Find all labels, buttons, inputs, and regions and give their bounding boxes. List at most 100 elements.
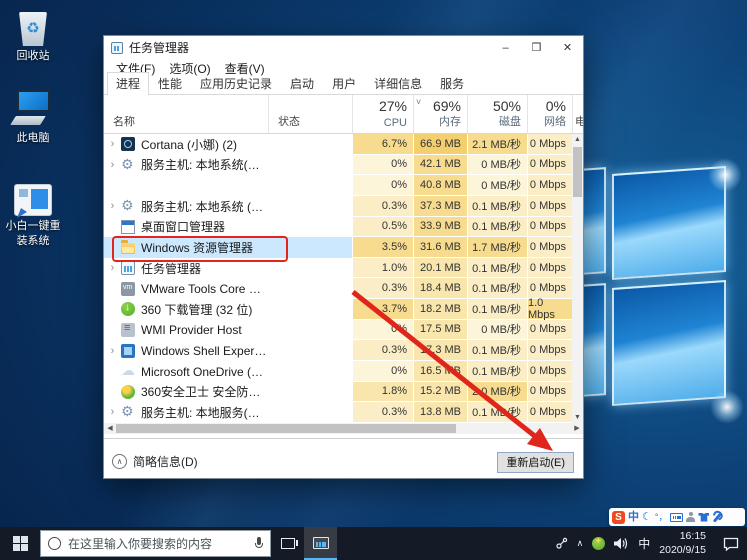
action-center-icon[interactable] <box>723 537 739 551</box>
360-tray-icon[interactable] <box>592 537 605 550</box>
tab-details[interactable]: 详细信息 <box>365 72 431 94</box>
hidden-icons-chevron[interactable]: ∧ <box>577 538 584 549</box>
process-status-cell <box>268 217 352 238</box>
desktop-icon-xiaobai[interactable]: 小白一键重装系统 <box>2 176 64 249</box>
process-cpu-cell: 1.8% <box>352 382 413 403</box>
process-icon-dwm <box>121 220 135 234</box>
process-row[interactable]: Windows 资源管理器3.5%31.6 MB1.7 MB/秒0 Mbps <box>104 237 583 258</box>
process-cpu-cell: 0.5% <box>352 217 413 238</box>
search-input[interactable]: 在这里输入你要搜索的内容 <box>40 530 271 557</box>
process-row[interactable]: WMI Provider Host0%17.5 MB0 MB/秒0 Mbps <box>104 320 583 341</box>
process-disk-cell: 0.1 MB/秒 <box>467 299 527 320</box>
horizontal-scrollbar[interactable]: ◀ ▶ <box>104 423 583 434</box>
process-row[interactable]: 桌面窗口管理器0.5%33.9 MB0.1 MB/秒0 Mbps <box>104 217 583 238</box>
process-row[interactable]: ›服务主机: 本地系统(网络受限) (7)0%42.1 MB0 MB/秒0 Mb… <box>104 155 583 176</box>
scroll-right-icon[interactable]: ▶ <box>571 423 583 434</box>
volume-icon[interactable] <box>614 537 629 550</box>
process-row[interactable]: ›Windows Shell Experience 主...0.3%17.3 M… <box>104 340 583 361</box>
task-view-button[interactable] <box>271 527 304 560</box>
toolbox-icon[interactable] <box>712 512 722 522</box>
column-header-disk[interactable]: 50% 磁盘 <box>467 95 527 133</box>
minimize-button[interactable]: – <box>490 36 521 59</box>
process-mem-cell: 13.8 MB <box>413 402 467 423</box>
process-row[interactable]: ›服务主机: 本地系统 (18)0.3%37.3 MB0.1 MB/秒0 Mbp… <box>104 196 583 217</box>
process-row[interactable]: 0%40.8 MB0 MB/秒0 Mbps <box>104 175 583 196</box>
scroll-up-icon[interactable]: ▲ <box>572 134 583 145</box>
process-net-cell: 0 Mbps <box>527 196 572 217</box>
logo-pane <box>612 280 726 406</box>
column-header-name[interactable]: 名称 <box>104 95 268 133</box>
expand-chevron-icon[interactable]: › <box>104 345 121 357</box>
expand-chevron-icon[interactable]: › <box>104 262 121 274</box>
process-name-cell: 360 下载管理 (32 位) <box>104 299 268 320</box>
tab-app-history[interactable]: 应用历史记录 <box>191 72 281 94</box>
process-status-cell <box>268 258 352 279</box>
process-mem-cell: 16.5 MB <box>413 361 467 382</box>
process-name: VMware Tools Core Service <box>141 282 268 296</box>
process-name-cell: ›服务主机: 本地系统(网络受限) (7) <box>104 155 268 176</box>
tab-performance[interactable]: 性能 <box>149 72 191 94</box>
taskbar-item-task-manager[interactable] <box>304 527 337 560</box>
microphone-icon[interactable] <box>255 537 263 551</box>
tab-strip: 进程 性能 应用历史记录 启动 用户 详细信息 服务 <box>104 77 583 95</box>
skin-icon[interactable] <box>698 513 709 522</box>
scroll-left-icon[interactable]: ◀ <box>104 423 116 434</box>
this-pc-icon <box>13 90 53 128</box>
soft-keyboard-icon[interactable] <box>670 513 683 522</box>
process-net-cell: 0 Mbps <box>527 258 572 279</box>
process-status-cell <box>268 402 352 423</box>
start-button[interactable] <box>0 527 40 560</box>
sogou-logo-icon[interactable]: S <box>612 511 625 524</box>
process-status-cell <box>268 196 352 217</box>
desktop-icon-recycle-bin[interactable]: 回收站 <box>2 6 64 64</box>
process-mem-cell: 40.8 MB <box>413 175 467 196</box>
title-bar[interactable]: 任务管理器 – ❒ ✕ <box>104 36 583 59</box>
process-net-cell: 0 Mbps <box>527 382 572 403</box>
process-status-cell <box>268 340 352 361</box>
tab-processes[interactable]: 进程 <box>107 72 149 95</box>
process-row[interactable]: ›服务主机: 本地服务(网络受限) (5)0.3%13.8 MB0.1 MB/秒… <box>104 402 583 423</box>
expand-chevron-icon[interactable]: › <box>104 406 121 418</box>
restart-button[interactable]: 重新启动(E) <box>497 452 574 473</box>
expand-chevron-icon[interactable]: › <box>104 159 121 171</box>
close-button[interactable]: ✕ <box>552 36 583 59</box>
search-placeholder: 在这里输入你要搜索的内容 <box>68 535 248 552</box>
process-mem-cell: 20.1 MB <box>413 258 467 279</box>
process-net-cell: 0 Mbps <box>527 217 572 238</box>
fewer-details-toggle[interactable]: 简略信息(D) <box>133 453 198 470</box>
punctuation-icon[interactable]: °， <box>655 513 668 522</box>
process-row[interactable]: VMware Tools Core Service0.3%18.4 MB0.1 … <box>104 278 583 299</box>
desktop-icon-this-pc[interactable]: 此电脑 <box>2 88 64 146</box>
fullwidth-moon-icon[interactable]: ☾ <box>642 512 652 523</box>
window-title: 任务管理器 <box>129 39 189 56</box>
desktop-icon-label: 回收站 <box>2 49 64 64</box>
maximize-button[interactable]: ❒ <box>521 36 552 59</box>
chinese-mode-icon[interactable]: 中 <box>628 512 639 523</box>
tab-services[interactable]: 服务 <box>431 72 473 94</box>
process-row[interactable]: 360 下载管理 (32 位)3.7%18.2 MB0.1 MB/秒1.0 Mb… <box>104 299 583 320</box>
vertical-scrollbar[interactable]: ▲ ▼ <box>572 134 583 423</box>
column-header-cpu[interactable]: 27% CPU <box>352 95 413 133</box>
input-language-indicator[interactable]: 中 <box>638 535 650 552</box>
scrollbar-thumb[interactable] <box>116 424 456 433</box>
column-header-status[interactable]: 状态 <box>268 95 352 133</box>
expand-chevron-icon[interactable]: › <box>104 138 121 150</box>
scroll-down-icon[interactable]: ▼ <box>572 412 583 423</box>
expand-chevron-icon[interactable]: › <box>104 200 121 212</box>
process-row[interactable]: 360安全卫士 安全防护中心模块...1.8%15.2 MB2.0 MB/秒0 … <box>104 382 583 403</box>
column-header-memory[interactable]: ˅ 69% 内存 <box>413 95 467 133</box>
process-row[interactable]: ›任务管理器1.0%20.1 MB0.1 MB/秒0 Mbps <box>104 258 583 279</box>
desktop-icon-label: 小白一键重装系统 <box>2 219 64 249</box>
process-row[interactable]: ›Cortana (小娜) (2)6.7%66.9 MB2.1 MB/秒0 Mb… <box>104 134 583 155</box>
scrollbar-thumb[interactable] <box>573 147 582 197</box>
process-status-cell <box>268 320 352 341</box>
process-net-cell: 0 Mbps <box>527 402 572 423</box>
tab-startup[interactable]: 启动 <box>281 72 323 94</box>
column-header-power-clipped[interactable]: 电 <box>572 95 583 133</box>
column-header-network[interactable]: 0% 网络 <box>527 95 572 133</box>
remote-access-tray-icon[interactable] <box>555 537 568 550</box>
taskbar-clock[interactable]: 16:15 2020/9/15 <box>659 530 706 556</box>
tab-users[interactable]: 用户 <box>323 72 365 94</box>
process-row[interactable]: Microsoft OneDrive (32 位)0%16.5 MB0.1 MB… <box>104 361 583 382</box>
account-icon[interactable] <box>686 512 695 522</box>
